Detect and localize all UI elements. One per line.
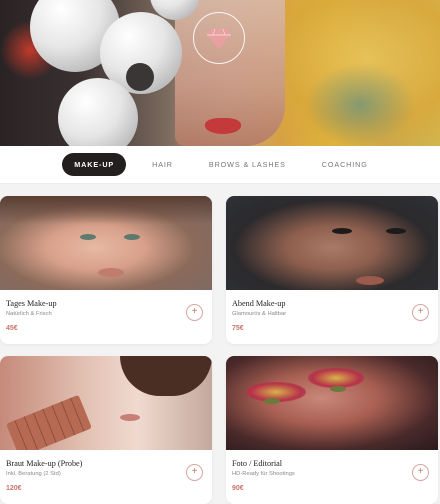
service-card[interactable]: Tages Make-up Natürlich & Frisch 45€ +: [0, 196, 212, 344]
eyeshadow-shape: [308, 368, 364, 388]
service-subtitle: Inkl. Beratung (2 Std): [6, 471, 61, 477]
lips-shape: [356, 276, 384, 285]
eye-shape: [264, 398, 280, 404]
service-subtitle: Natürlich & Frisch: [6, 311, 52, 317]
tab-brows-lashes[interactable]: BROWS & LASHES: [199, 154, 296, 175]
tab-hair[interactable]: HAIR: [142, 154, 183, 175]
service-subtitle: Glamourös & Haltbar: [232, 311, 287, 317]
service-image: [0, 356, 212, 450]
service-title: Braut Make-up (Probe): [6, 459, 83, 468]
add-button[interactable]: +: [412, 304, 429, 321]
category-tabs: MAKE-UP HAIR BROWS & LASHES COACHING: [0, 146, 440, 184]
service-image: [226, 196, 438, 290]
palette-shape: [6, 394, 92, 450]
service-title: Foto / Editorial: [232, 459, 283, 468]
service-image: [226, 356, 438, 450]
eye-shape: [386, 228, 406, 234]
add-button[interactable]: +: [412, 464, 429, 481]
add-button[interactable]: +: [186, 464, 203, 481]
hair-shape: [120, 356, 212, 396]
service-card[interactable]: Braut Make-up (Probe) Inkl. Beratung (2 …: [0, 356, 212, 504]
service-card[interactable]: Foto / Editorial HD-Ready für Shootings …: [226, 356, 438, 504]
service-image: [0, 196, 212, 290]
service-price: 90€: [232, 485, 244, 492]
diamond-icon: [207, 28, 231, 49]
lips-shape: [98, 268, 124, 277]
service-price: 120€: [6, 485, 22, 492]
tab-make-up[interactable]: MAKE-UP: [62, 153, 127, 176]
eye-shape: [330, 386, 346, 392]
service-price: 45€: [6, 325, 18, 332]
service-subtitle: HD-Ready für Shootings: [232, 471, 295, 477]
eye-shape: [332, 228, 352, 234]
service-card[interactable]: Abend Make-up Glamourös & Haltbar 75€ +: [226, 196, 438, 344]
hair-shape: [0, 196, 212, 224]
eye-shape: [124, 234, 140, 240]
tab-coaching[interactable]: COACHING: [312, 154, 378, 175]
hero-paint-teal: [300, 60, 420, 146]
service-price: 75€: [232, 325, 244, 332]
service-title: Abend Make-up: [232, 299, 286, 308]
orb-hole: [126, 62, 155, 91]
brand-logo[interactable]: [193, 12, 245, 64]
eye-shape: [80, 234, 96, 240]
hero-lips: [205, 118, 241, 134]
hero-banner: [0, 0, 440, 146]
service-title: Tages Make-up: [6, 299, 57, 308]
add-button[interactable]: +: [186, 304, 203, 321]
lips-shape: [120, 414, 140, 421]
